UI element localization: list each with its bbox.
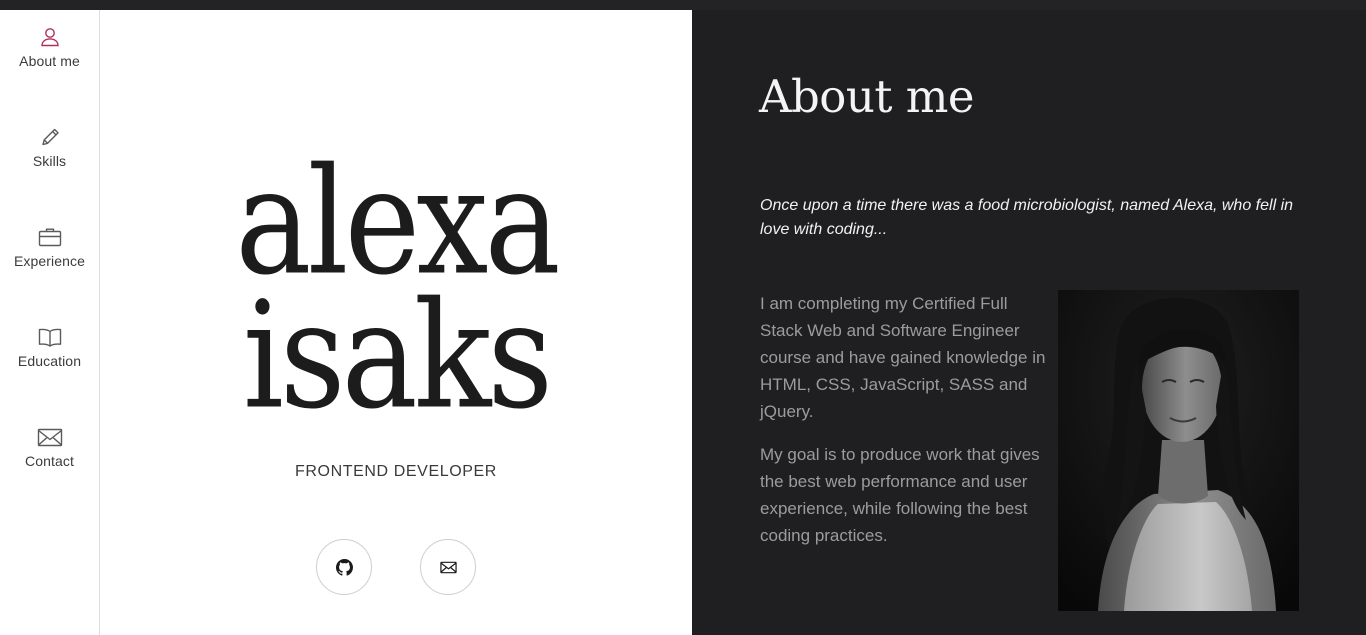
envelope-icon xyxy=(37,424,63,450)
sidebar-item-label: Experience xyxy=(13,253,86,269)
email-button[interactable] xyxy=(420,539,476,595)
hero-section: alexa isaks FRONTEND DEVELOPER xyxy=(100,10,692,635)
sidebar-item-about-me[interactable]: About me xyxy=(0,10,99,80)
sidebar-item-label: About me xyxy=(19,53,80,69)
last-name: isaks xyxy=(242,270,553,443)
sidebar-item-label: Skills xyxy=(32,153,67,169)
github-button[interactable] xyxy=(316,539,372,595)
sidebar-item-contact[interactable]: Contact xyxy=(0,410,99,480)
portrait-photo xyxy=(1058,290,1299,611)
sidebar-item-experience[interactable]: Experience xyxy=(0,210,99,280)
user-icon xyxy=(37,24,63,50)
envelope-icon xyxy=(439,559,457,576)
sidebar-item-label: Contact xyxy=(25,453,74,469)
bio-paragraph: My goal is to produce work that gives th… xyxy=(760,445,1040,545)
sidebar-nav: About me Skills Experience Education Con… xyxy=(0,10,100,635)
job-title: FRONTEND DEVELOPER xyxy=(295,463,497,480)
intro-text: Once upon a time there was a food microb… xyxy=(760,197,1294,238)
top-bar xyxy=(0,0,1366,10)
sidebar-item-skills[interactable]: Skills xyxy=(0,110,99,180)
about-panel: About me Once upon a time there was a fo… xyxy=(692,10,1366,635)
book-icon xyxy=(37,324,63,350)
pencil-icon xyxy=(37,124,63,150)
sidebar-item-label: Education xyxy=(17,353,82,369)
section-title: About me xyxy=(759,70,975,123)
sidebar-item-education[interactable]: Education xyxy=(0,310,99,380)
github-icon xyxy=(335,558,353,576)
bio-paragraph: I am completing my Certified Full Stack … xyxy=(760,294,1046,421)
briefcase-icon xyxy=(37,224,63,250)
bio-text: I am completing my Certified Full Stack … xyxy=(760,290,1050,565)
